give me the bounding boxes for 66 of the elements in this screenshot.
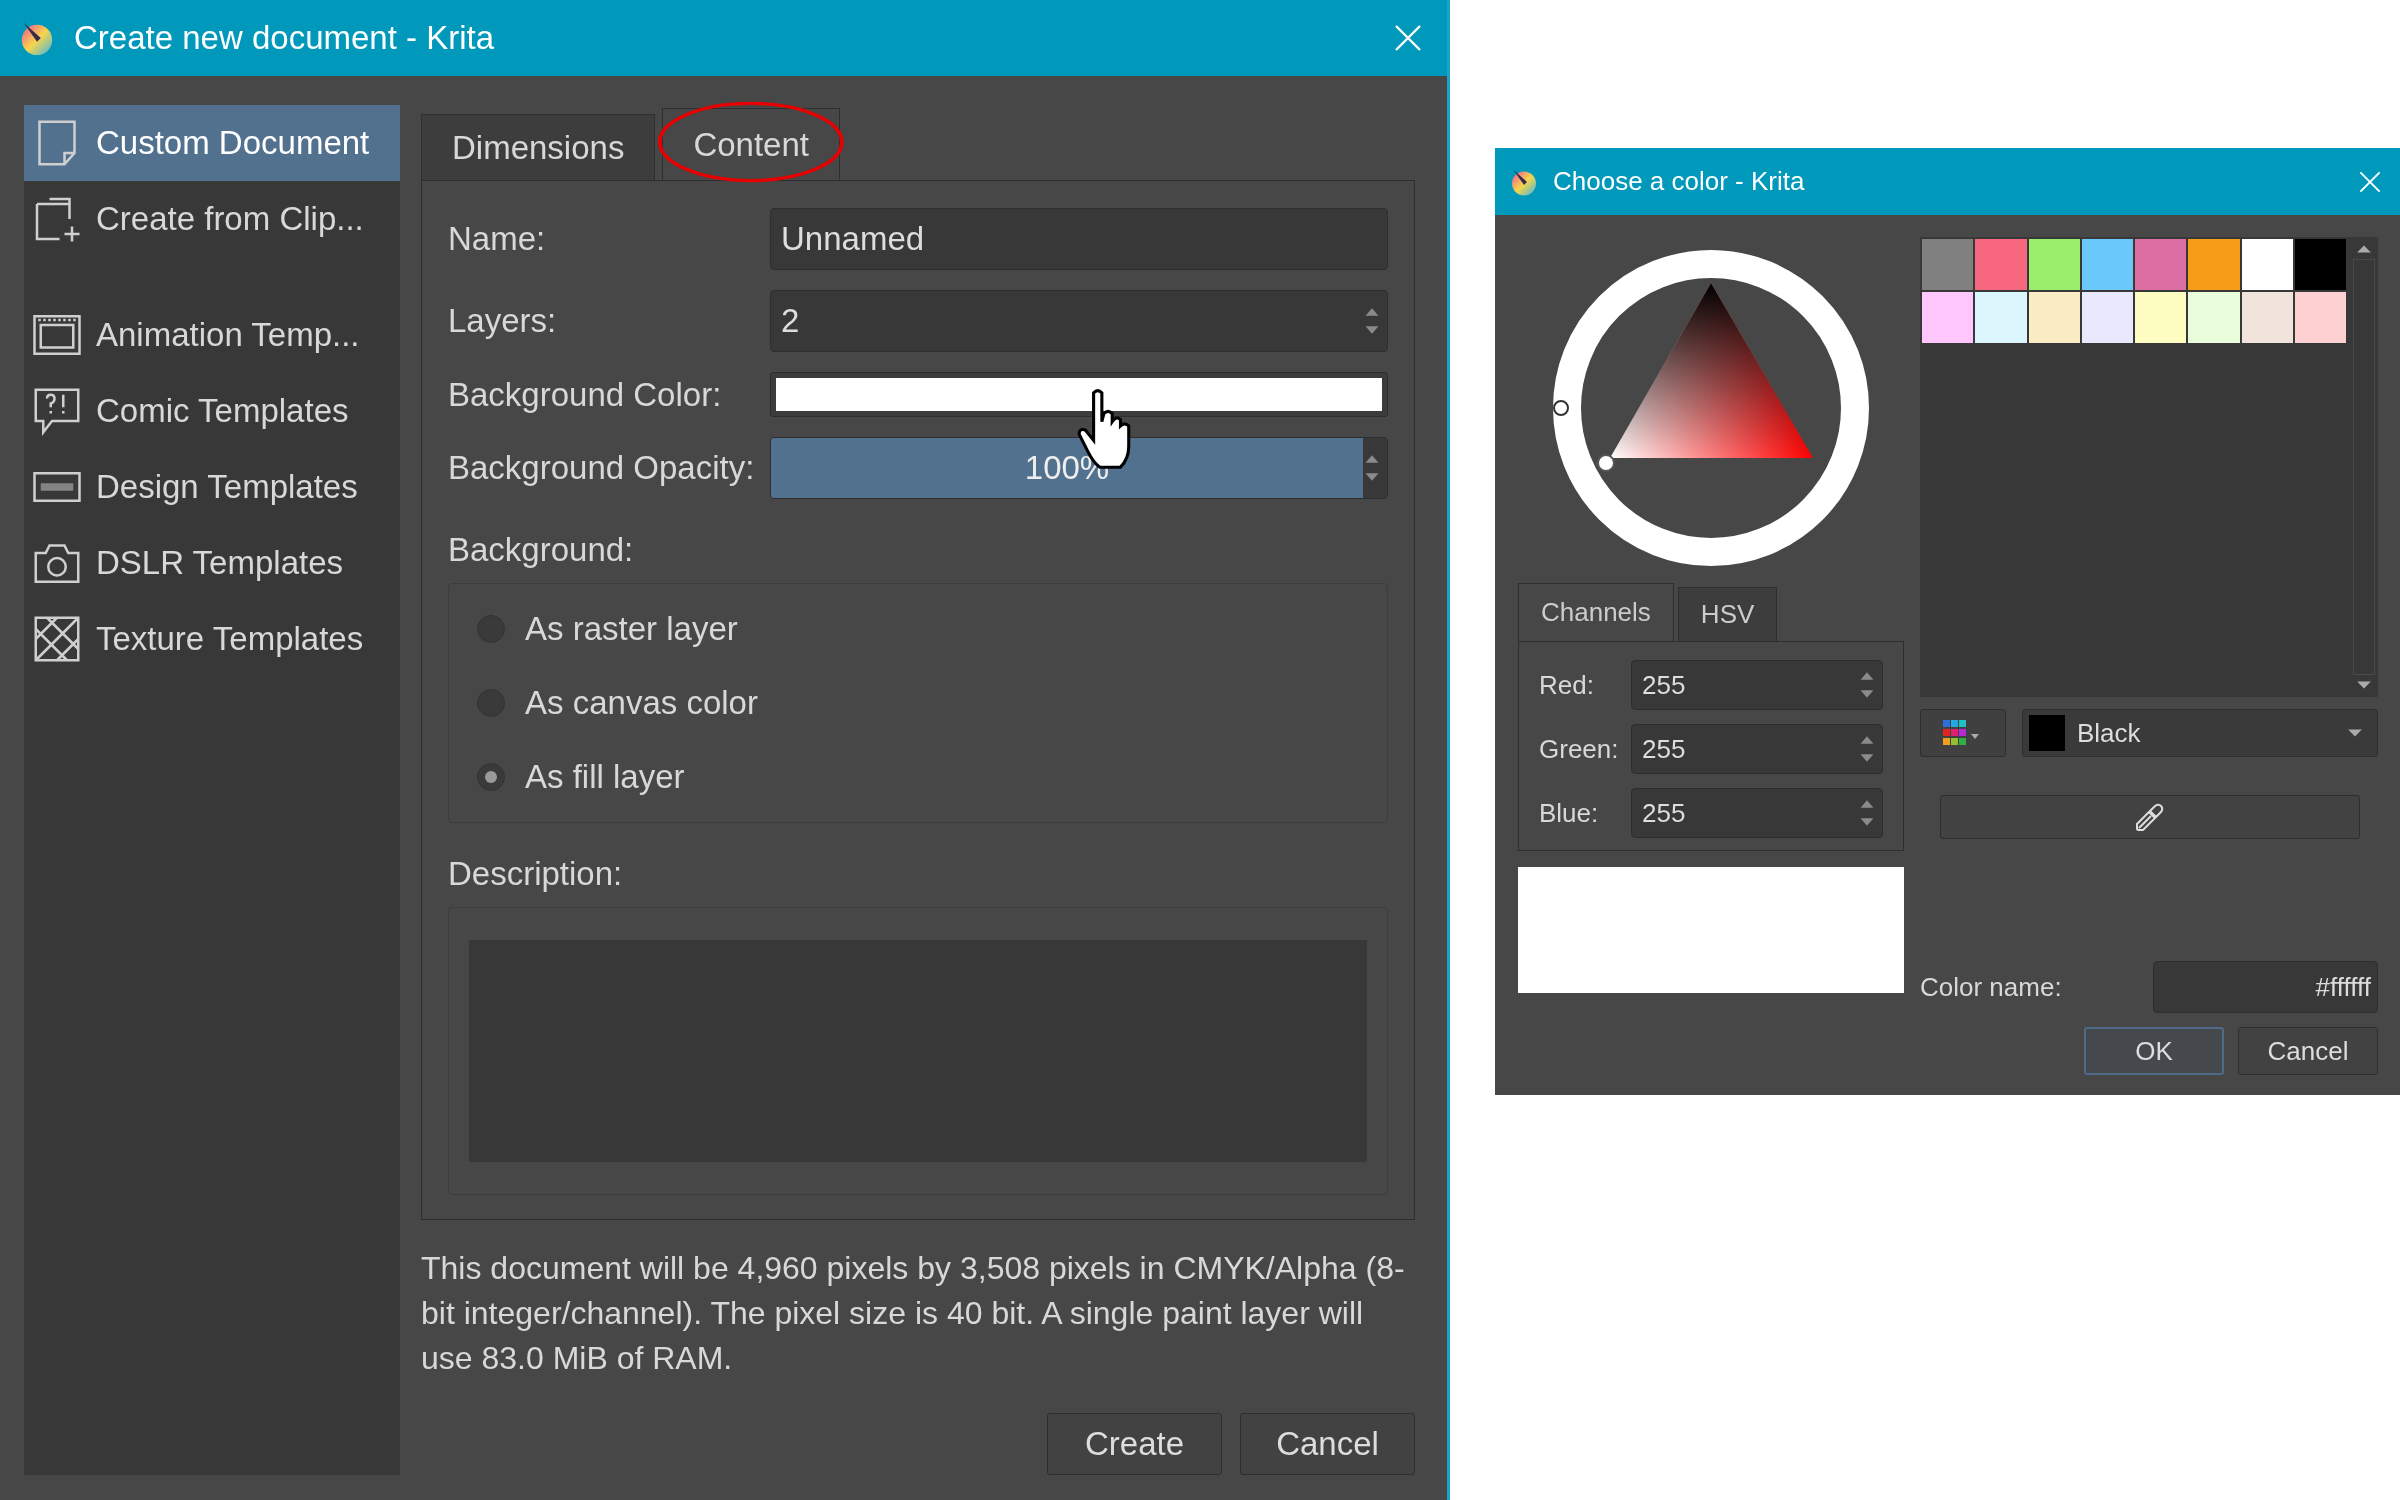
sidebar-item[interactable]: Texture Templates [24, 601, 400, 677]
close-icon[interactable] [2358, 169, 2382, 194]
palette-button[interactable] [1920, 709, 2006, 757]
channel-label: Red: [1539, 669, 1595, 701]
color-swatch[interactable] [1922, 239, 1974, 290]
speech-bubble-icon [32, 386, 82, 436]
color-swatch[interactable] [2294, 292, 2346, 343]
sidebar-item[interactable]: Animation Temp... [24, 297, 400, 373]
section-label: Background: [448, 531, 635, 569]
color-swatch[interactable] [2188, 292, 2240, 343]
info-text: This document will be 4,960 pixels by 3,508 pixels in CMYK/Alpha (8-bit integer/channel). The pixel size is 40 bit. A single paint layer will use 83.0 MiB of RAM. [421, 1249, 1406, 1378]
sidebar-item[interactable]: Design Templates [24, 449, 400, 525]
spin-field[interactable]: 255 [1631, 788, 1883, 838]
color-swatch[interactable] [1975, 239, 2027, 290]
radio-button[interactable]: As canvas color [477, 676, 1359, 730]
text-field[interactable]: Unnamed [770, 208, 1388, 270]
radio-button[interactable]: As raster layer [477, 602, 1359, 656]
dialog-button[interactable]: Cancel [1240, 1413, 1415, 1475]
field-label: Background Opacity: [448, 449, 756, 487]
color-swatch[interactable] [2028, 292, 2080, 343]
tab[interactable]: Channels [1518, 583, 1674, 641]
sidebar-item[interactable]: Comic Templates [24, 373, 400, 449]
texture-icon [32, 614, 82, 664]
window-title: Choose a color - Krita [1553, 166, 1806, 197]
tab[interactable]: HSV [1677, 587, 1778, 641]
spin-field[interactable]: 2 [770, 290, 1388, 352]
dialog-button[interactable]: Create [1047, 1413, 1222, 1475]
tab[interactable]: Dimensions [421, 114, 656, 180]
color-swatch[interactable] [2028, 239, 2080, 290]
color-name-field[interactable]: #ffffff [2153, 961, 2378, 1013]
spin-field[interactable]: 255 [1631, 660, 1883, 710]
color-swatch[interactable] [2188, 239, 2240, 290]
spin-field[interactable]: 255 [1631, 724, 1883, 774]
color-swatch[interactable] [1975, 292, 2027, 343]
color-dropdown[interactable]: Black [2022, 709, 2378, 757]
color-swatch[interactable] [2135, 292, 2187, 343]
color-swatch[interactable] [2294, 239, 2346, 290]
eyedropper-button[interactable] [1940, 795, 2360, 839]
color-swatch[interactable] [2081, 239, 2133, 290]
eyedropper-icon [2135, 802, 2165, 832]
channel-label: Green: [1539, 733, 1620, 765]
color-swatch[interactable] [2135, 239, 2187, 290]
sidebar-item[interactable]: DSLR Templates [24, 525, 400, 601]
field-label: Layers: [448, 302, 558, 340]
window-title: Create new document - Krita [74, 19, 496, 57]
channel-label: Blue: [1539, 797, 1600, 829]
close-icon[interactable] [1393, 23, 1423, 53]
tab[interactable]: Content [662, 108, 840, 180]
field-label: Background Color: [448, 375, 723, 414]
color-button[interactable] [770, 372, 1388, 417]
color-swatch[interactable] [2241, 239, 2293, 290]
sidebar-item[interactable]: Create from Clip... [24, 181, 400, 257]
field-label: Name: [448, 220, 547, 258]
dialog-button[interactable]: OK [2084, 1027, 2224, 1075]
field-label: Color name: [1920, 971, 2062, 1003]
dialog-button[interactable]: Cancel [2238, 1027, 2378, 1075]
color-swatch[interactable] [2241, 292, 2293, 343]
sidebar-item[interactable]: Custom Document [24, 105, 400, 181]
radio-circle[interactable] [477, 763, 505, 791]
radio-button[interactable]: As fill layer [477, 750, 1359, 804]
section-label: Description: [448, 855, 624, 893]
color-swatch[interactable] [1922, 292, 1974, 343]
color-swatch[interactable] [2081, 292, 2133, 343]
caret-icon [2347, 728, 2363, 738]
scroll-up-icon[interactable] [2356, 243, 2372, 255]
scroll-down-icon[interactable] [2356, 679, 2372, 691]
